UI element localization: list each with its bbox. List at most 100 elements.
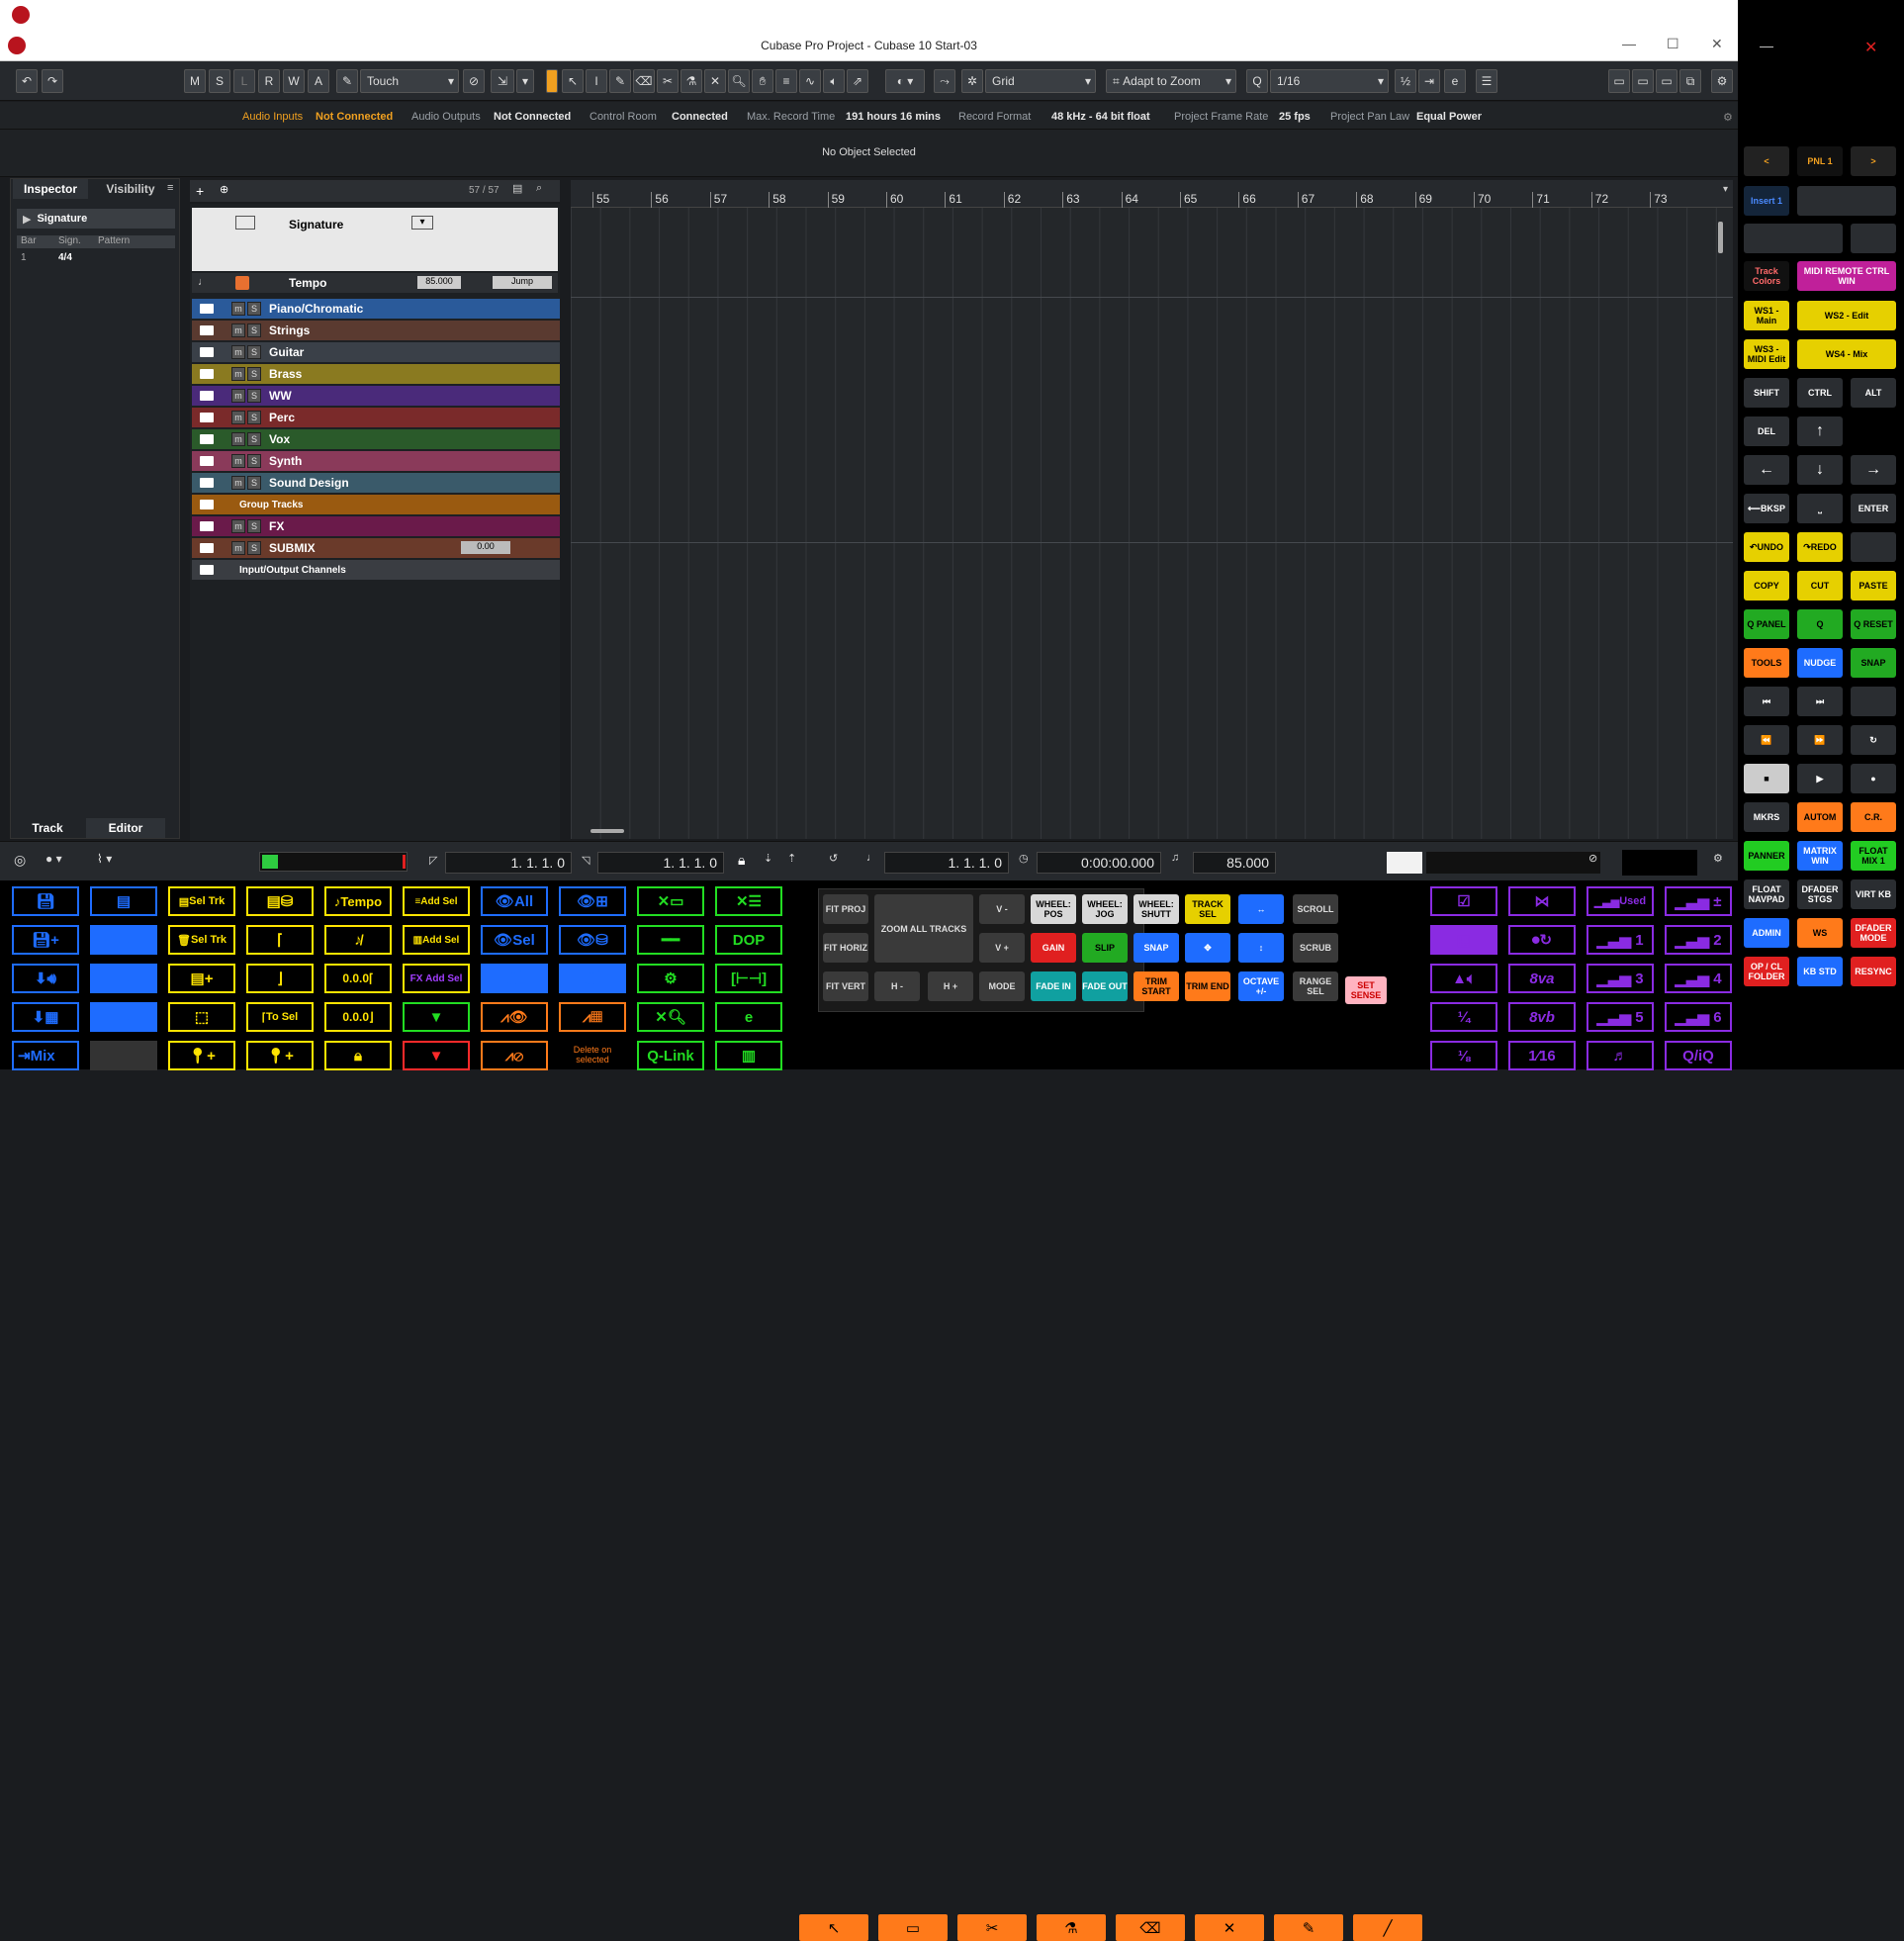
alt-button[interactable]: ALT [1851,378,1896,408]
solo-button[interactable]: S [247,541,261,555]
sel-trk-button[interactable]: ▤ Sel Trk [168,886,235,916]
vertical-scrollbar[interactable] [1718,222,1723,253]
track-row[interactable]: m S Synth [192,451,560,471]
solo-button[interactable]: S [247,476,261,490]
folder-icon[interactable] [200,369,214,379]
opcl-folder-button[interactable]: OP / CL FOLDER [1744,957,1789,986]
range-icon[interactable]: [⊢⊣] [715,964,782,993]
window-3-icon[interactable]: ▭ [90,1002,157,1032]
range-tool-icon[interactable]: ▭ [878,1914,948,1941]
zoom-mode-dropdown[interactable]: ⌗ Adapt to Zoom ▾ [1106,69,1236,93]
speaker-tool-icon[interactable]: 🔈︎ [823,69,845,93]
velocity-2-icon[interactable]: ▁▃▅ 2 [1665,925,1732,955]
track-row[interactable]: Group Tracks [192,495,560,514]
q-iq-button[interactable]: Q/iQ [1665,1041,1732,1070]
arrow-down-icon[interactable]: ↓ [1797,455,1843,485]
fade-in-button[interactable]: FADE IN [1031,971,1076,1001]
tempo-track[interactable]: ♩ Tempo 85.000 Jump [192,273,558,293]
ws1-button[interactable]: WS1 - Main [1744,301,1789,330]
del-button[interactable]: DEL [1744,416,1789,446]
fast-forward-icon[interactable]: ⏩ [1797,725,1843,755]
triplet-icon[interactable]: ♬ [1587,1041,1654,1070]
enter-button[interactable]: ENTER [1851,494,1896,523]
line-tool-icon[interactable]: ∿ [799,69,821,93]
cycle-icon[interactable]: ↺ [829,852,838,865]
set-sense-button[interactable]: SET SENSE [1345,976,1387,1004]
velocity-plus-icon[interactable]: ▁▃▅ ± [1665,886,1732,916]
punch-dropdown[interactable]: ⌇ ▾ [97,852,112,866]
left-locator-field[interactable]: 1. 1. 1. 0 [445,852,572,874]
eighth-note-button[interactable]: ⅛ [1430,1041,1497,1070]
q-button[interactable]: Q [1797,609,1843,639]
go-end-icon[interactable]: ⏭ [1797,687,1843,716]
filter-red-icon[interactable]: ▼ [403,1041,470,1070]
snap-type-dropdown[interactable]: Grid ▾ [985,69,1096,93]
insert-button[interactable]: Insert 1 [1744,186,1789,216]
ws2-button[interactable]: WS2 - Edit [1797,301,1896,330]
undo-icon[interactable]: ↶ [16,69,38,93]
mute-tool-icon[interactable]: ✕ [704,69,726,93]
close-list-icon[interactable]: ✕☰ [715,886,782,916]
click-toggle[interactable] [1387,852,1422,874]
matrix-win-button[interactable]: MATRIX WIN [1797,841,1843,871]
vert-move-icon[interactable]: ↕ [1238,933,1284,963]
gain-button[interactable]: GAIN [1031,933,1076,963]
range-tool-icon[interactable]: I [586,69,607,93]
video-import-icon[interactable]: ⬇▦ [12,1002,79,1032]
submix-volume[interactable]: 0.00 [461,541,510,554]
checklist-icon[interactable]: ☑ [1430,886,1497,916]
folder-icon[interactable] [200,521,214,531]
tab-inspector[interactable]: Inspector [13,179,88,199]
blank-slot[interactable] [1797,186,1896,216]
edit-e-icon[interactable]: e [715,1002,782,1032]
fit-horiz-button[interactable]: FIT HORIZ [823,933,868,963]
ws-button[interactable]: WS [1797,918,1843,948]
grid-icon[interactable]: ▦ [1430,925,1497,955]
move-all-icon[interactable]: ✥ [1185,933,1230,963]
object-select-tool-icon[interactable]: ↖ [562,69,584,93]
quantize-apply-icon[interactable]: ⇥ [1418,69,1440,93]
track-row[interactable]: m S Brass [192,364,560,384]
cr-button[interactable]: C.R. [1851,802,1896,832]
right-locator-field[interactable]: 1. 1. 1. 0 [597,852,724,874]
blank-slot[interactable] [1744,224,1843,253]
tab-editor[interactable]: Editor [86,818,165,838]
close-icon[interactable]: ✕ [1864,38,1877,57]
comp-tool-icon[interactable]: ≡ [775,69,797,93]
add-folder-icon[interactable]: ⊕ [220,183,228,196]
octave-button[interactable]: OCTAVE +/- [1238,971,1284,1001]
piano-icon[interactable]: ▥ [715,1041,782,1070]
redo-button[interactable]: ↷ REDO [1797,532,1843,562]
solo-button[interactable]: S [247,389,261,403]
erase-tool-icon[interactable]: ⌫ [633,69,655,93]
track-row[interactable]: m S SUBMIX 0.00 [192,538,560,558]
right-locator-icon[interactable]: ◹ [582,854,589,867]
add-track-icon[interactable]: + [196,183,204,199]
copy-button[interactable]: COPY [1744,571,1789,601]
right-locator-icon[interactable]: ⌋ [246,964,314,993]
cut-button[interactable]: CUT [1797,571,1843,601]
ruler[interactable]: 55 56 57 58 59 60 61 62 63 64 65 66 67 68 69 70 71 72 73 [571,180,1733,208]
zoom-all-button[interactable]: ZOOM ALL TRACKS [874,894,973,963]
track-row[interactable]: m S Piano/Chromatic [192,299,560,319]
folder-icon[interactable] [200,565,214,575]
record-icon[interactable]: ● [1851,764,1896,793]
add-sel-fx-button[interactable]: FX Add Sel [403,964,470,993]
add-sel-midi-button[interactable]: ▥ Add Sel [403,925,470,955]
dfader-mode-button[interactable]: DFADER MODE [1851,918,1896,948]
hand-tool-icon[interactable]: ✋︎ [752,69,773,93]
slip-button[interactable]: SLIP [1082,933,1128,963]
left-zone-icon[interactable]: ▭ [1608,69,1630,93]
folder-icon[interactable] [200,413,214,422]
pan-law-value[interactable]: Equal Power [1416,111,1482,123]
ws4-button[interactable]: WS4 - Mix [1797,339,1896,369]
blank-slot[interactable] [1851,224,1896,253]
track-row[interactable]: m S FX [192,516,560,536]
arrow-right-icon[interactable]: → [1851,455,1896,485]
velocity-4-icon[interactable]: ▁▃▅ 4 [1665,964,1732,993]
delete-trk-button[interactable]: 🗑︎ Sel Trk [168,925,235,955]
folder-gear-icon[interactable]: 📁︎ [559,964,626,993]
right-zone-icon[interactable]: ▭ [1656,69,1677,93]
read-button[interactable]: R [258,69,280,93]
chart-grid-icon[interactable]: ⩘▦ [559,1002,626,1032]
